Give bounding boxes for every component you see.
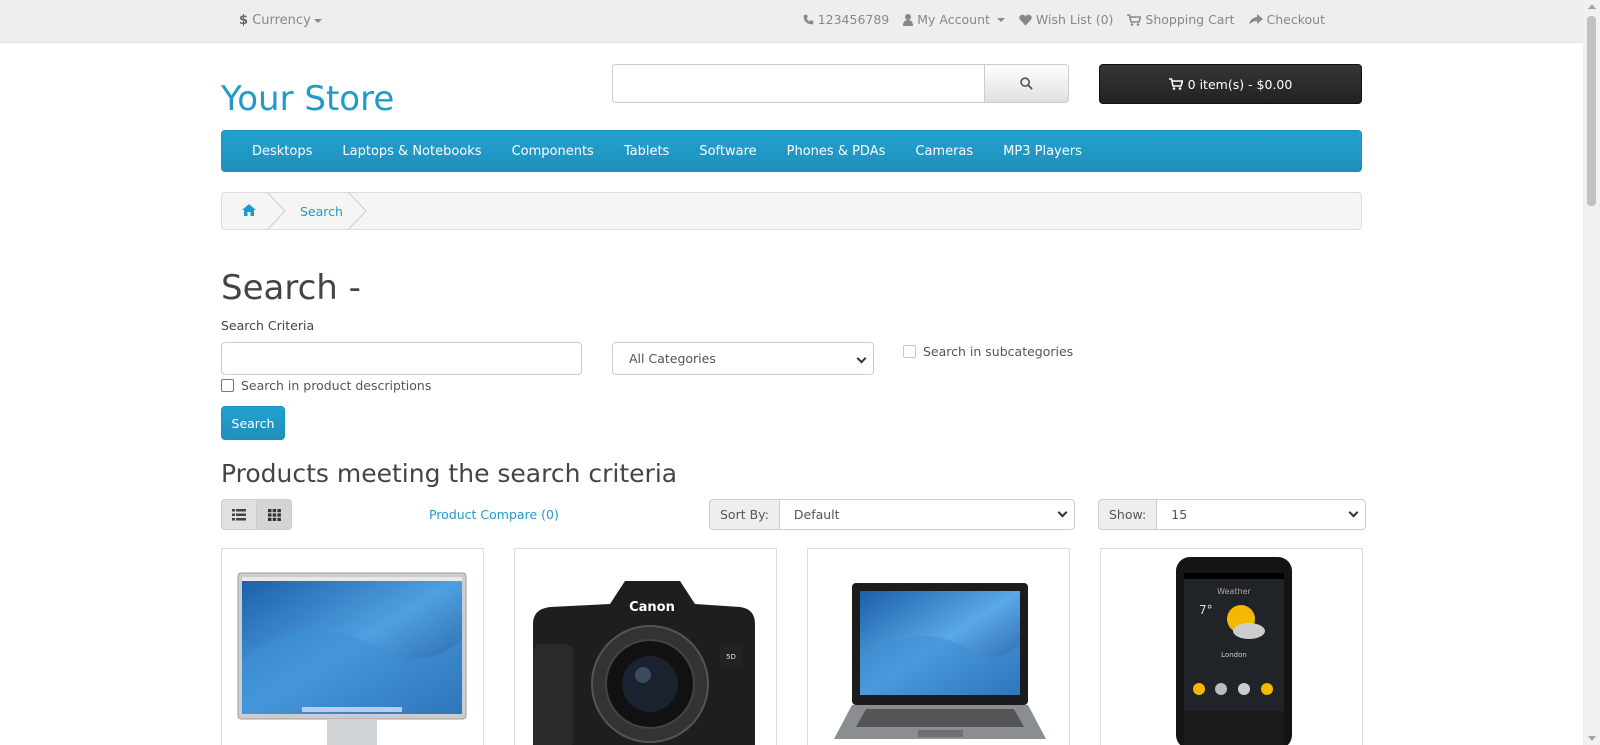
share-arrow-icon [1248, 13, 1263, 25]
header-search-button[interactable] [984, 64, 1069, 103]
svg-text:Canon: Canon [629, 600, 675, 615]
sort-label: Sort By: [709, 499, 780, 530]
search-submit-button[interactable]: Search [221, 406, 285, 440]
svg-text:London: London [1221, 651, 1247, 659]
menu-item-tablets[interactable]: Tablets [609, 144, 685, 159]
breadcrumb-search[interactable]: Search [300, 204, 343, 219]
category-select[interactable]: All Categories [612, 342, 874, 375]
product-card[interactable]: Canon 5D [514, 548, 777, 745]
cart-icon [1168, 78, 1183, 90]
my-account-dropdown[interactable]: My Account [903, 12, 1005, 27]
menu-item-phones[interactable]: Phones & PDAs [772, 144, 901, 159]
product-card[interactable] [221, 548, 484, 745]
home-icon [242, 204, 256, 216]
breadcrumb-home[interactable] [242, 204, 256, 219]
subcategories-checkbox[interactable] [903, 345, 916, 358]
menu-item-software[interactable]: Software [684, 144, 771, 159]
smartphone-image: Weather 7° London [1176, 557, 1292, 745]
results-title: Products meeting the search criteria [221, 459, 678, 488]
top-links: 123456789 My Account Wish List (0) Shopp… [803, 12, 1325, 27]
search-criteria-input[interactable] [221, 342, 582, 375]
category-selected: All Categories [629, 351, 716, 366]
scrollbar-thumb[interactable] [1587, 16, 1596, 206]
chevron-down-icon [856, 353, 867, 364]
breadcrumb-separator [267, 192, 286, 230]
laptop-image [834, 583, 1046, 739]
descriptions-option: Search in product descriptions [221, 378, 431, 393]
list-icon [232, 508, 246, 520]
show-label: Show: [1098, 499, 1158, 530]
menu-item-laptops[interactable]: Laptops & Notebooks [327, 144, 496, 159]
product-card[interactable]: Weather 7° London [1100, 548, 1363, 745]
scroll-down-icon[interactable] [1588, 736, 1596, 741]
camera-image: Canon 5D [533, 581, 755, 745]
shopping-cart-label: Shopping Cart [1145, 12, 1235, 27]
cart-summary: 0 item(s) - $0.00 [1187, 76, 1293, 92]
subcategories-label: Search in subcategories [923, 344, 1074, 359]
descriptions-checkbox[interactable] [221, 379, 234, 392]
search-icon [1020, 77, 1033, 90]
currency-dropdown[interactable]: $ Currency [239, 13, 322, 28]
breadcrumb-separator [348, 192, 367, 230]
scroll-up-icon[interactable] [1588, 4, 1596, 9]
cart-button[interactable]: 0 item(s) - $0.00 [1099, 64, 1362, 104]
show-selected: 15 [1171, 507, 1188, 522]
list-view-button[interactable] [221, 499, 257, 530]
product-card[interactable] [807, 548, 1070, 745]
user-icon [903, 13, 914, 26]
caret-down-icon [996, 17, 1005, 22]
store-logo[interactable]: Your Store [221, 79, 394, 119]
product-compare-link[interactable]: Product Compare (0) [429, 507, 559, 522]
product-grid: Canon 5D Weather 7° London [221, 548, 1363, 745]
svg-text:7°: 7° [1199, 603, 1213, 617]
breadcrumb: Search [221, 192, 1362, 230]
currency-label: Currency [252, 13, 311, 28]
cart-icon [1127, 13, 1142, 26]
caret-down-icon [313, 18, 322, 23]
sort-control: Sort By: Default [709, 499, 1075, 530]
phone-link[interactable]: 123456789 [803, 12, 890, 27]
top-bar: $ Currency 123456789 My Account Wish Lis… [0, 0, 1583, 43]
phone-number: 123456789 [817, 12, 890, 27]
menu-item-cameras[interactable]: Cameras [900, 144, 988, 159]
checkout-label: Checkout [1266, 12, 1325, 27]
svg-text:Weather: Weather [1217, 587, 1251, 596]
menu-item-mp3[interactable]: MP3 Players [988, 144, 1097, 159]
menu-item-components[interactable]: Components [497, 144, 609, 159]
my-account-label: My Account [917, 12, 990, 27]
heart-icon [1019, 14, 1032, 26]
limit-control: Show: 15 [1098, 499, 1367, 530]
show-select[interactable]: 15 [1157, 499, 1367, 530]
descriptions-label: Search in product descriptions [241, 378, 432, 393]
page-title: Search - [221, 268, 361, 308]
monitor-image [237, 572, 467, 745]
grid-icon [267, 508, 281, 521]
shopping-cart-link[interactable]: Shopping Cart [1127, 12, 1235, 27]
page-scrollbar[interactable] [1583, 0, 1600, 745]
wishlist-link[interactable]: Wish List (0) [1019, 12, 1114, 27]
view-toggle [221, 499, 292, 530]
search-criteria-label: Search Criteria [221, 318, 315, 333]
sort-select[interactable]: Default [779, 499, 1075, 530]
svg-text:5D: 5D [726, 653, 736, 661]
checkout-link[interactable]: Checkout [1248, 12, 1325, 27]
main-menu: Desktops Laptops & Notebooks Components … [221, 130, 1362, 172]
phone-icon [803, 14, 813, 25]
sort-selected: Default [793, 507, 840, 522]
currency-symbol: $ [239, 13, 249, 28]
grid-view-button[interactable] [256, 499, 292, 530]
chevron-down-icon [1348, 507, 1359, 518]
chevron-down-icon [1057, 507, 1068, 518]
menu-item-desktops[interactable]: Desktops [237, 144, 327, 159]
subcategories-option: Search in subcategories [903, 344, 1073, 359]
header-search-input[interactable] [612, 64, 985, 103]
wishlist-label: Wish List (0) [1035, 12, 1114, 27]
